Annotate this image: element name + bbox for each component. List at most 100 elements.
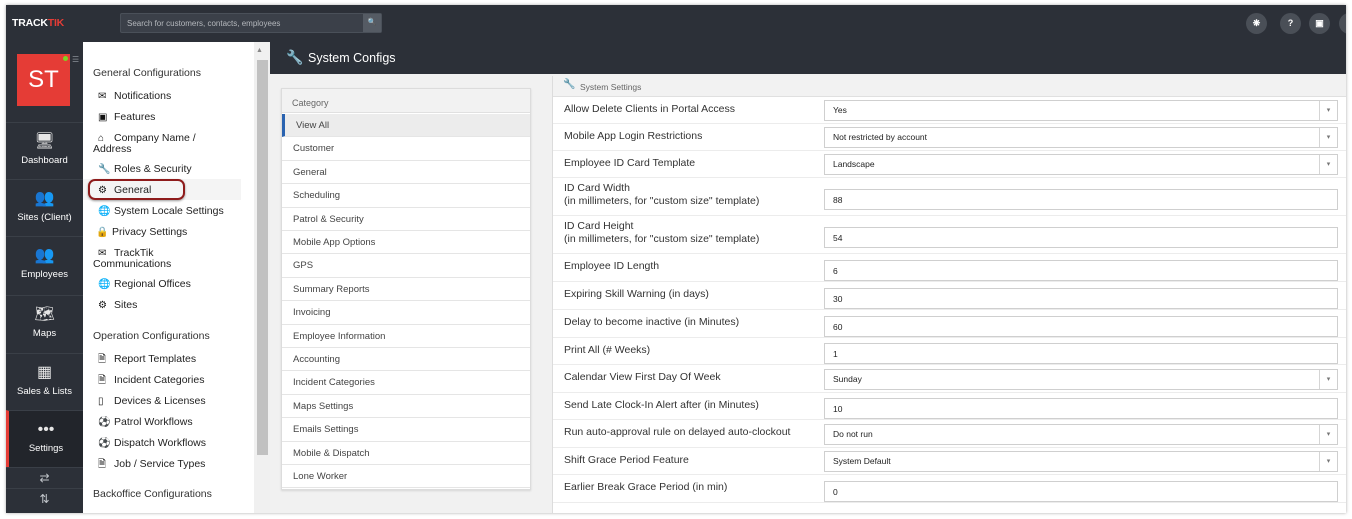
nav-sites-client[interactable]: 👥 Sites (Client): [6, 179, 83, 235]
setting-label-text: Earlier Break Grace Period (in min): [564, 481, 728, 493]
menu-item-notifications[interactable]: ✉ Notifications: [98, 91, 248, 103]
online-status-dot: [63, 56, 68, 61]
scroll-up-arrow-icon[interactable]: ▲: [256, 47, 263, 54]
swap-horizontal-icon[interactable]: ⇄: [6, 467, 83, 487]
section-title: Backoffice Configurations: [93, 488, 212, 500]
setting-select[interactable]: Sunday ▾: [824, 369, 1338, 390]
search-icon[interactable]: 🔍: [363, 14, 381, 32]
category-panel: Category View All Customer General Scheduli…: [281, 88, 531, 490]
menu-lines-icon[interactable]: ☰: [72, 56, 79, 64]
setting-input[interactable]: [824, 316, 1338, 337]
category-item[interactable]: General: [282, 161, 530, 185]
menu-item-incident-categories[interactable]: 🗎 Incident Categories: [98, 375, 248, 387]
activity-spinner-icon[interactable]: ❋: [1246, 13, 1267, 34]
category-item[interactable]: Patrol & Security: [282, 208, 530, 231]
setting-row: Allow Delete Clients in Portal Access Yes…: [553, 97, 1346, 124]
menu-item-system-locale[interactable]: 🌐 System Locale Settings: [98, 206, 248, 218]
category-item[interactable]: Incident Categories: [282, 371, 530, 395]
system-settings-header: 🔧 System Settings: [553, 76, 1346, 97]
setting-label: Calendar View First Day Of Week: [564, 371, 721, 384]
setting-label-text: Run auto-approval rule on delayed auto-c…: [564, 426, 791, 438]
setting-label: Run auto-approval rule on delayed auto-c…: [564, 426, 790, 439]
category-item[interactable]: Maps Settings: [282, 395, 530, 419]
nav-dashboard[interactable]: 🖥 Dashboard: [6, 122, 83, 178]
category-item[interactable]: Summary Reports: [282, 278, 530, 302]
select-value: Landscape: [833, 159, 875, 169]
gear-icon: ⚙: [98, 300, 107, 311]
category-header: Category: [282, 89, 530, 113]
search-input[interactable]: [121, 14, 359, 32]
menu-item-devices-licenses[interactable]: ▯ Devices & Licenses: [98, 396, 248, 408]
setting-input[interactable]: [824, 260, 1338, 281]
category-item[interactable]: Emails Settings: [282, 418, 530, 442]
menu-scrollbar-thumb[interactable]: [257, 60, 268, 455]
section-title: Operation Configurations: [93, 330, 210, 342]
select-value: Sunday: [833, 374, 862, 384]
category-item[interactable]: Accounting: [282, 348, 530, 372]
category-item[interactable]: GPS: [282, 254, 530, 278]
menu-item-sites[interactable]: ⚙ Sites: [98, 300, 248, 312]
setting-select[interactable]: Do not run ▾: [824, 424, 1338, 445]
setting-label-text: Employee ID Length: [564, 260, 660, 272]
chevron-down-icon: ▾: [1319, 452, 1337, 471]
nav-label: Settings: [28, 443, 64, 454]
setting-row: Run auto-approval rule on delayed auto-c…: [553, 420, 1346, 448]
setting-row: Print All (# Weeks): [553, 338, 1346, 365]
setting-label-subtext: (in millimeters, for "custom size" templ…: [564, 195, 760, 207]
swap-vertical-icon[interactable]: ⇅: [6, 488, 83, 508]
menu-item-regional-offices[interactable]: 🌐 Regional Offices: [98, 279, 248, 291]
category-item[interactable]: Scheduling: [282, 184, 530, 208]
user-menu-icon[interactable]: [1339, 13, 1346, 34]
setting-input[interactable]: [824, 343, 1338, 364]
category-item[interactable]: Customer: [282, 137, 530, 161]
category-item[interactable]: Invoicing: [282, 301, 530, 325]
envelope-icon: ✉: [98, 91, 107, 102]
nav-label: Maps: [32, 328, 57, 339]
menu-item-report-templates[interactable]: 🗎 Report Templates: [98, 354, 248, 366]
setting-input[interactable]: [824, 288, 1338, 309]
tracktik-logo[interactable]: TRACKTIK: [12, 17, 64, 29]
setting-row: Send Late Clock-In Alert after (in Minut…: [553, 393, 1346, 420]
page-title: System Configs: [308, 51, 396, 65]
avatar[interactable]: ST: [17, 54, 70, 106]
help-icon[interactable]: ?: [1280, 13, 1301, 34]
menu-item-features[interactable]: ▣ Features: [98, 112, 248, 124]
desktop-icon[interactable]: ▣: [1309, 13, 1330, 34]
category-item[interactable]: Mobile App Options: [282, 231, 530, 255]
menu-item-company-name[interactable]: ⌂ Company Name / Address: [93, 133, 213, 155]
menu-item-privacy[interactable]: 🔒 Privacy Settings: [96, 227, 246, 239]
wrench-icon: 🔧: [286, 49, 304, 65]
setting-row: Shift Grace Period Feature System Default…: [553, 448, 1346, 475]
nav-label: Sites (Client): [17, 212, 72, 223]
setting-select[interactable]: Not restricted by account ▾: [824, 127, 1338, 148]
menu-item-tracktik-communications[interactable]: ✉ TrackTik Communications: [93, 248, 193, 270]
menu-item-dispatch-workflows[interactable]: ⚽ Dispatch Workflows: [98, 438, 248, 450]
wrench-icon: 🔧: [563, 79, 576, 90]
lock-icon: 🔒: [96, 227, 109, 238]
nav-settings[interactable]: ••• Settings: [6, 410, 83, 467]
setting-row: Earlier Break Grace Period (in min): [553, 475, 1346, 503]
setting-select[interactable]: Yes ▾: [824, 100, 1338, 121]
menu-item-patrol-workflows[interactable]: ⚽ Patrol Workflows: [98, 417, 248, 429]
setting-input[interactable]: [824, 398, 1338, 419]
setting-input[interactable]: [824, 227, 1338, 248]
category-item[interactable]: Employee Information: [282, 325, 530, 348]
file-icon: 🗎: [98, 459, 107, 470]
nav-employees[interactable]: 👥 Employees: [6, 236, 83, 292]
setting-input[interactable]: [824, 189, 1338, 210]
category-item[interactable]: Mobile & Dispatch: [282, 442, 530, 465]
nav-maps[interactable]: 🗺 Maps: [6, 295, 83, 351]
globe-icon: 🌐: [98, 206, 111, 217]
setting-row: Delay to become inactive (in Minutes): [553, 310, 1346, 338]
menu-item-job-service-types[interactable]: 🗎 Job / Service Types: [98, 459, 248, 471]
setting-input[interactable]: [824, 481, 1338, 502]
chevron-down-icon: ▾: [1319, 128, 1337, 147]
menu-item-roles-security[interactable]: 🔧 Roles & Security: [98, 164, 248, 176]
setting-row: Employee ID Card Template Landscape ▾: [553, 151, 1346, 178]
category-item[interactable]: View All: [282, 114, 530, 138]
setting-row: Mobile App Login Restrictions Not restric…: [553, 124, 1346, 151]
category-item[interactable]: Lone Worker: [282, 465, 530, 489]
setting-select[interactable]: System Default ▾: [824, 451, 1338, 472]
setting-select[interactable]: Landscape ▾: [824, 154, 1338, 175]
nav-sales-lists[interactable]: ▦ Sales & Lists: [6, 353, 83, 409]
